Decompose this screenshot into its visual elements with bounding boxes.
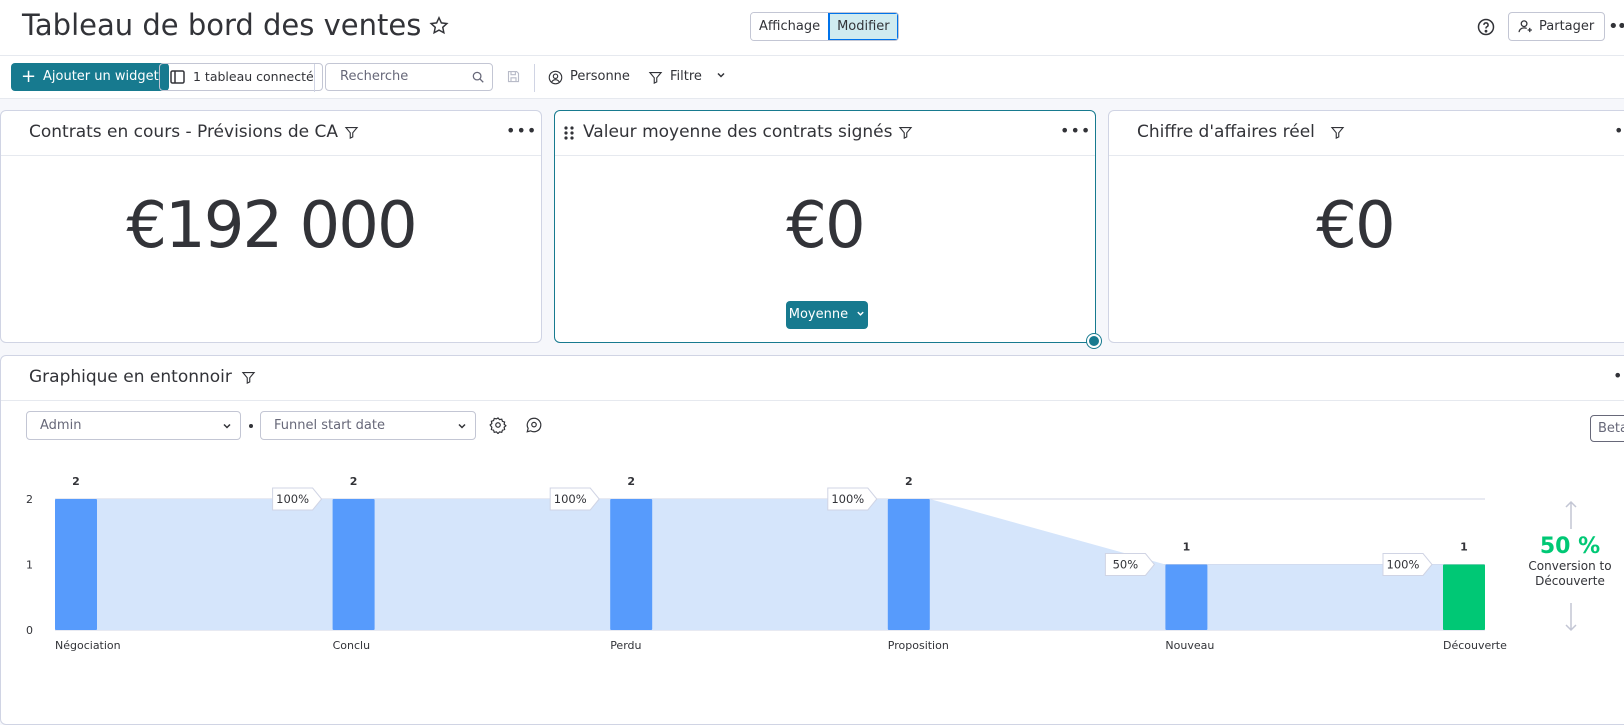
step-percentage-label: 100% [831,492,864,506]
x-tick-label: Perdu [610,639,641,652]
x-tick-label: Nouveau [1165,639,1214,652]
conversion-label: Conversion to [1528,559,1612,573]
x-tick-label: Conclu [333,639,370,652]
y-tick-label: 2 [26,493,33,506]
bar-value-label: 2 [72,475,80,488]
step-percentage-label: 100% [554,492,587,506]
y-tick-label: 0 [26,624,33,637]
arrow-up-icon [1565,500,1577,529]
bar-value-label: 2 [627,475,635,488]
funnel-bar [1443,564,1485,630]
funnel-bar [610,499,653,630]
bar-value-label: 1 [1460,541,1468,554]
funnel-bar [55,499,97,630]
arrow-down-icon [1565,603,1577,632]
step-percentage-label: 100% [276,492,309,506]
step-percentage-label: 50% [1113,558,1139,572]
funnel-bar [1165,564,1208,630]
conversion-summary: 50 % Conversion to Découverte [1520,534,1620,589]
funnel-bar [332,499,375,630]
y-tick-label: 1 [26,559,33,572]
bar-value-label: 1 [1183,541,1191,554]
x-tick-label: Découverte [1443,639,1507,652]
step-percentage-label: 100% [1387,558,1420,572]
bar-value-label: 2 [350,475,358,488]
funnel-chart: 0 1 2 2 Négociation 2 Conclu 100% 2 Perdu 100% 2 Pro… [26,475,1507,652]
bar-value-label: 2 [905,475,913,488]
funnel-bar [887,499,930,630]
x-tick-label: Négociation [55,639,121,652]
funnel-area [55,499,1485,630]
conversion-target: Découverte [1535,574,1605,588]
x-tick-label: Proposition [888,639,949,652]
conversion-percentage: 50 % [1539,534,1601,559]
